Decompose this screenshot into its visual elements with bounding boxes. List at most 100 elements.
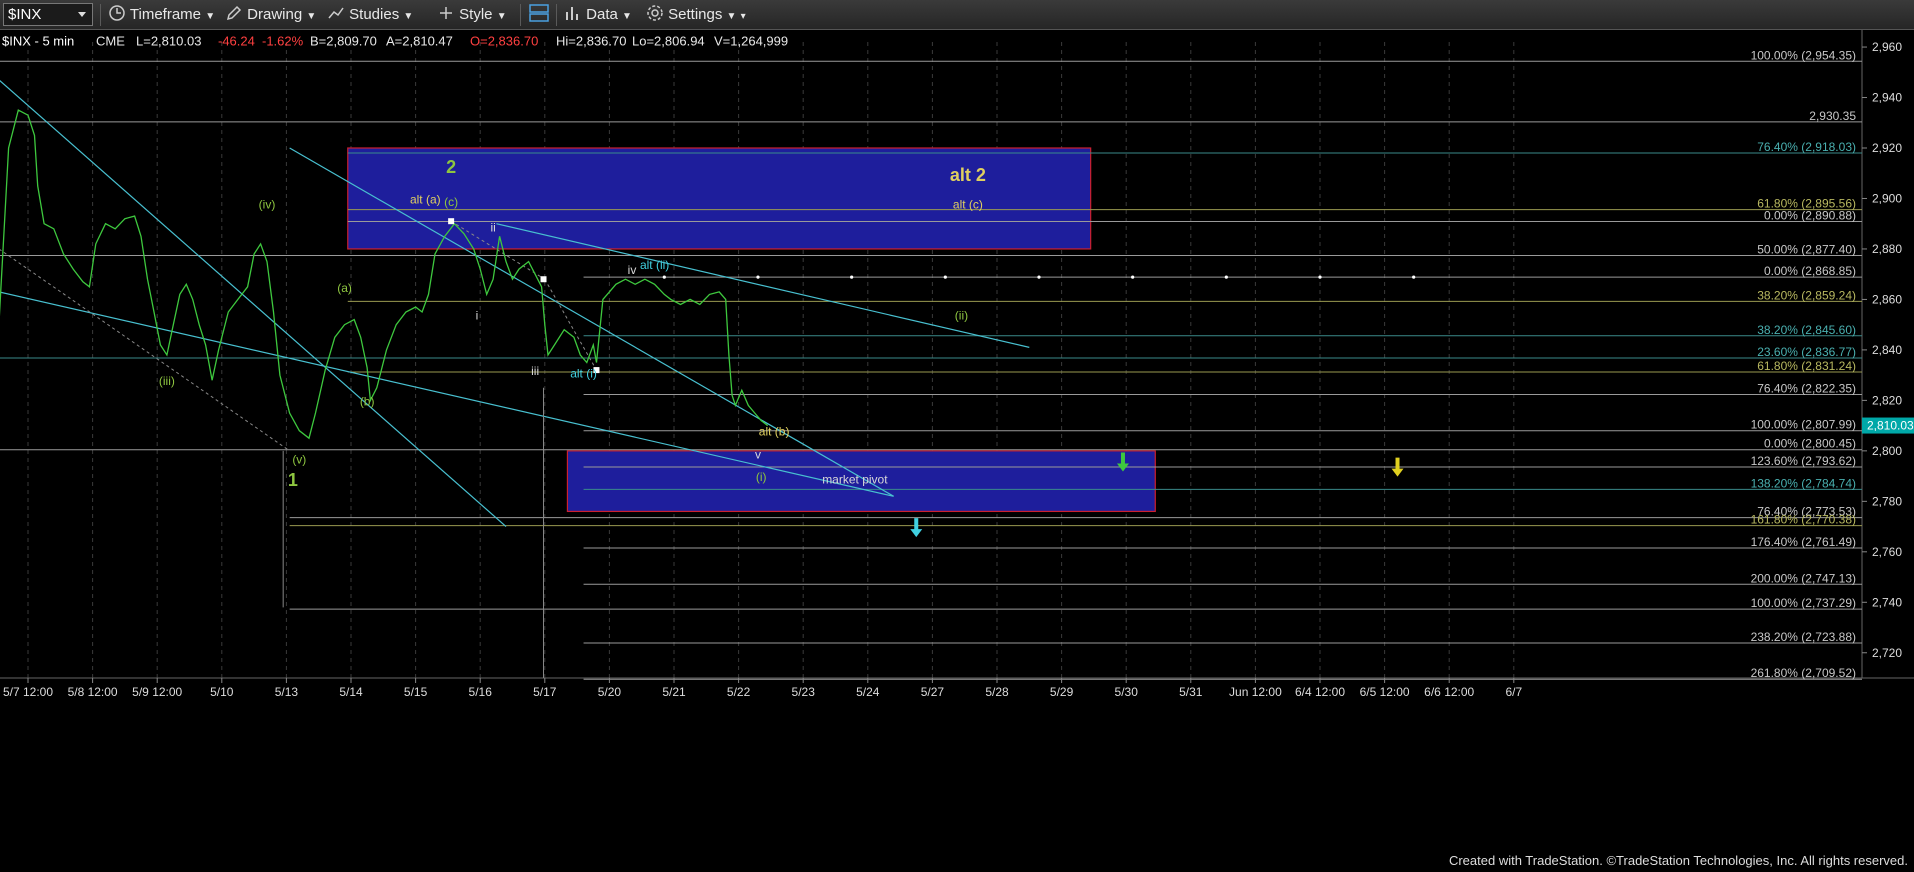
- symbol-value: $INX: [8, 6, 42, 23]
- x-tick-label: 5/16: [469, 685, 493, 699]
- last-price-label: 2,810.03: [1867, 419, 1914, 433]
- chevron-down-icon: ▾: [740, 11, 746, 22]
- wave-label: alt (c): [953, 198, 983, 212]
- status-ask: A=2,810.47: [386, 34, 453, 49]
- clock-icon: [109, 5, 125, 21]
- fib-dot: [1318, 275, 1322, 279]
- fib-dot: [1224, 275, 1228, 279]
- x-tick-label: 6/5 12:00: [1360, 685, 1410, 699]
- wave-label: (ii): [955, 309, 968, 323]
- fib-dot: [756, 275, 760, 279]
- fib-dot: [1131, 275, 1135, 279]
- wave-label: (b): [360, 394, 375, 408]
- fib-dot: [1412, 275, 1416, 279]
- chevron-down-icon: ▼: [205, 11, 216, 22]
- x-tick-label: Jun 12:00: [1229, 685, 1282, 699]
- fib-label: 123.60% (2,793.62): [1751, 454, 1856, 468]
- y-tick-label: 2,720: [1872, 646, 1902, 660]
- footer-credit: Created with TradeStation. ©TradeStation…: [1448, 853, 1908, 868]
- fib-label: 38.20% (2,845.60): [1757, 323, 1856, 337]
- symbol-dropdown-icon[interactable]: [78, 12, 86, 17]
- fib-label: 200.00% (2,747.13): [1751, 571, 1856, 585]
- layout-button[interactable]: [528, 3, 550, 27]
- status-open: O=2,836.70: [470, 34, 538, 49]
- x-tick-label: 5/14: [339, 685, 363, 699]
- fib-label: 61.80% (2,831.24): [1757, 359, 1856, 373]
- style-menu[interactable]: Style ▼: [437, 3, 507, 27]
- x-tick-label: 5/13: [275, 685, 299, 699]
- wave-label: (a): [337, 281, 352, 295]
- wave-label: alt (ii): [640, 258, 669, 272]
- fib-label: 176.40% (2,761.49): [1751, 535, 1856, 549]
- pencil-icon: [226, 5, 242, 21]
- chevron-down-icon: ▼: [496, 11, 507, 22]
- fib-label: 100.00% (2,737.29): [1751, 596, 1856, 610]
- wave-label: (c): [444, 195, 458, 209]
- wave-label: iv: [628, 263, 637, 277]
- fib-label: 138.20% (2,784.74): [1751, 476, 1856, 490]
- wave-label: iii: [531, 364, 539, 378]
- fib-label: 238.20% (2,723.88): [1751, 630, 1856, 644]
- timeframe-menu[interactable]: Timeframe ▼: [108, 3, 215, 27]
- x-tick-label: 5/8 12:00: [68, 685, 118, 699]
- data-menu[interactable]: Data ▼: [564, 3, 632, 27]
- status-line: $INX - 5 min CME L=2,810.03 -46.24 -1.62% B=…: [2, 34, 788, 49]
- studies-menu[interactable]: Studies ▼: [327, 3, 413, 27]
- studies-label: Studies: [349, 6, 400, 23]
- x-tick-label: 5/27: [921, 685, 945, 699]
- settings-label: Settings: [668, 6, 723, 23]
- wave-label: alt (b): [759, 425, 790, 439]
- chevron-down-icon: ▼: [403, 11, 414, 22]
- y-tick-label: 2,860: [1872, 292, 1902, 306]
- x-tick-label: 5/31: [1179, 685, 1203, 699]
- anchor-point: [448, 218, 455, 225]
- wave-label: (iii): [159, 374, 175, 388]
- y-tick-label: 2,740: [1872, 595, 1902, 609]
- fib-label: 0.00% (2,890.88): [1764, 208, 1856, 222]
- toolbar: $INX Timeframe ▼ Drawing ▼ Studies ▼ Sty…: [0, 0, 1914, 30]
- y-tick-label: 2,920: [1872, 141, 1902, 155]
- fib-dot: [850, 275, 854, 279]
- x-tick-label: 5/10: [210, 685, 234, 699]
- x-tick-label: 5/9 12:00: [132, 685, 182, 699]
- fib-label: 161.80% (2,770.38): [1751, 513, 1856, 527]
- status-change: -46.24: [218, 34, 255, 49]
- y-tick-label: 2,780: [1872, 494, 1902, 508]
- x-tick-label: 5/17: [533, 685, 557, 699]
- x-tick-label: 5/21: [662, 685, 686, 699]
- fib-label: 100.00% (2,954.35): [1751, 48, 1856, 62]
- y-tick-label: 2,900: [1872, 191, 1902, 205]
- chevron-down-icon: ▼: [306, 11, 317, 22]
- fib-label: 38.20% (2,859.24): [1757, 288, 1856, 302]
- wave-label: 1: [288, 470, 298, 490]
- drawing-menu[interactable]: Drawing ▼: [225, 3, 316, 27]
- x-tick-label: 5/22: [727, 685, 751, 699]
- x-tick-label: 5/29: [1050, 685, 1074, 699]
- wave-label: (v): [292, 452, 306, 466]
- studies-icon: [328, 7, 344, 19]
- status-symbol: $INX - 5 min: [2, 34, 74, 49]
- wave-label: market pivot: [822, 473, 888, 487]
- y-tick-label: 2,760: [1872, 545, 1902, 559]
- timeframe-label: Timeframe: [129, 6, 202, 23]
- y-tick-label: 2,840: [1872, 343, 1902, 357]
- price-chart[interactable]: 100.00% (2,954.35) 2,930.35 76.40% (2,918.…: [0, 30, 1914, 872]
- y-tick-label: 2,940: [1872, 91, 1902, 105]
- status-volume: V=1,264,999: [714, 34, 788, 49]
- settings-menu[interactable]: Settings ▼ ▾: [646, 3, 746, 27]
- status-low: Lo=2,806.94: [632, 34, 705, 49]
- style-icon: [440, 7, 452, 19]
- anchor-point: [540, 276, 547, 283]
- fib-label: 76.40% (2,918.03): [1757, 140, 1856, 154]
- fib-label: 23.60% (2,836.77): [1757, 345, 1856, 359]
- x-tick-label: 6/6 12:00: [1424, 685, 1474, 699]
- chevron-down-icon: ▼: [622, 11, 632, 22]
- status-last: L=2,810.03: [136, 34, 201, 49]
- x-tick-label: 6/4 12:00: [1295, 685, 1345, 699]
- x-tick-label: 5/15: [404, 685, 428, 699]
- symbol-selector[interactable]: $INX: [3, 3, 93, 26]
- wave-label: ii: [490, 220, 495, 234]
- x-tick-label: 6/7: [1505, 685, 1522, 699]
- x-tick-label: 5/7 12:00: [3, 685, 53, 699]
- x-tick-label: 5/24: [856, 685, 880, 699]
